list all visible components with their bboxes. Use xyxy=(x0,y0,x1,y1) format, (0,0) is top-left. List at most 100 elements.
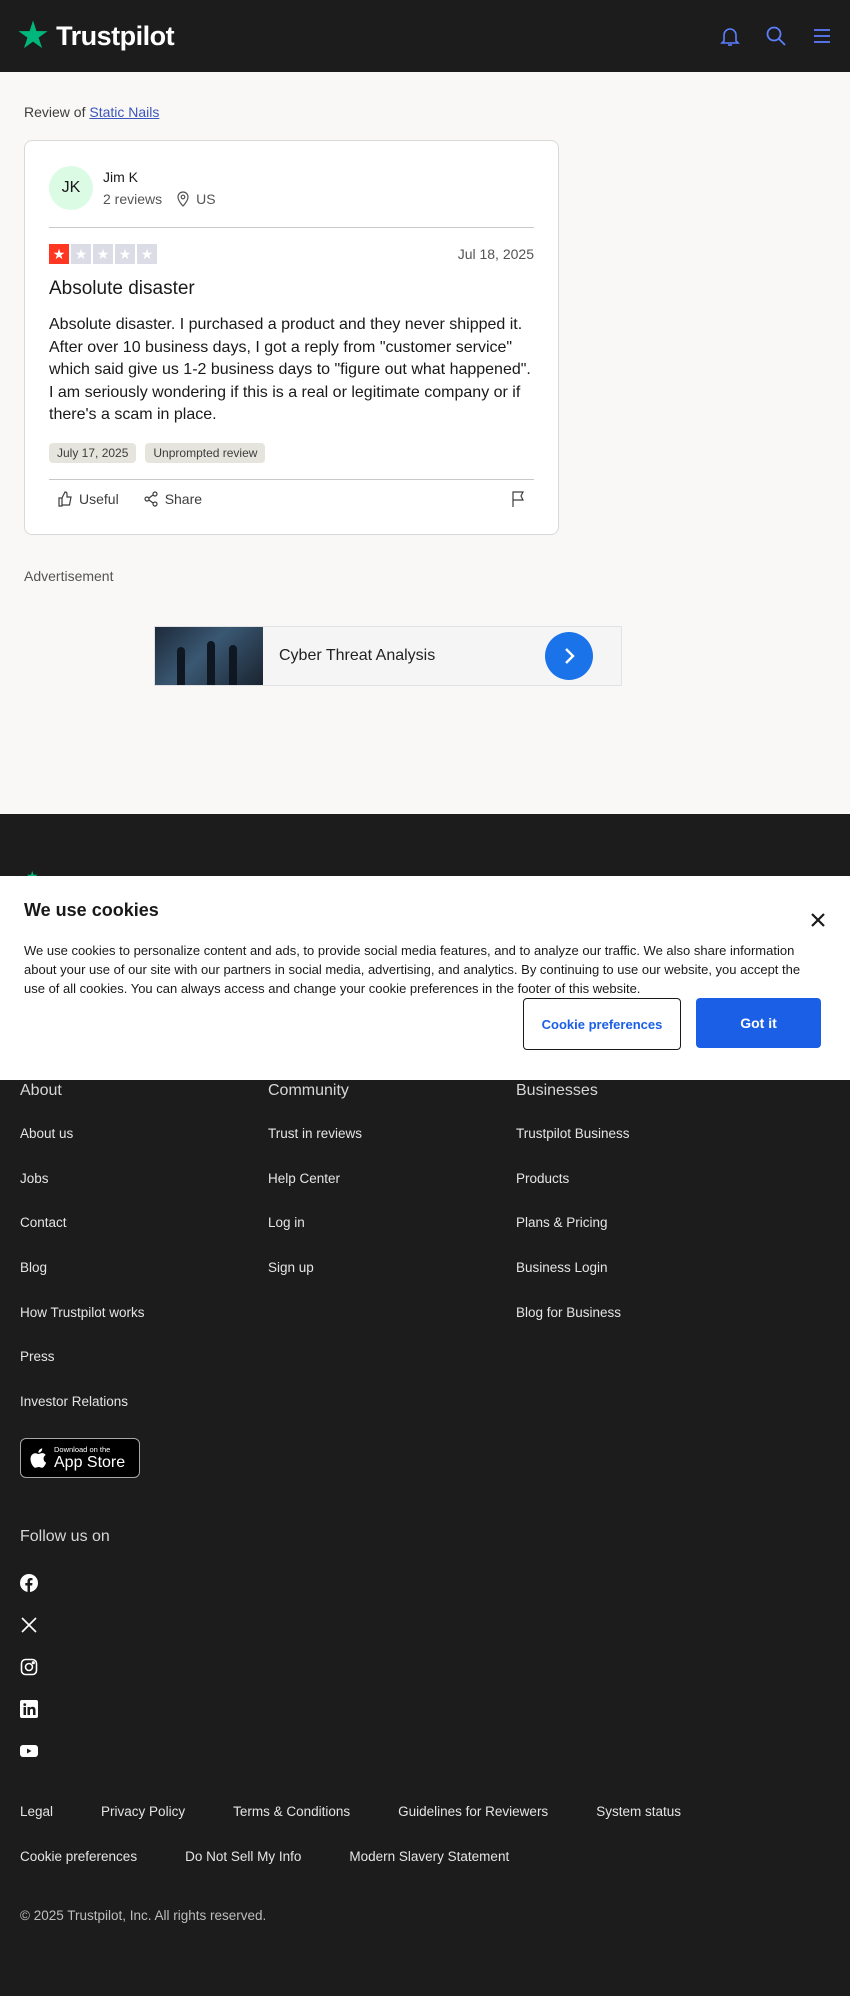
star-empty-icon: ★ xyxy=(137,244,157,264)
footer-link[interactable]: Blog xyxy=(20,1260,260,1305)
footer-link[interactable]: How Trustpilot works xyxy=(20,1305,260,1350)
youtube-icon[interactable] xyxy=(20,1742,38,1760)
trustpilot-logo[interactable]: ★ Trustpilot xyxy=(16,15,175,57)
footer-column-title: About xyxy=(20,1082,62,1099)
review-actions: Useful Share xyxy=(49,490,534,508)
review-date: Jul 18, 2025 xyxy=(457,246,534,262)
star-empty-icon: ★ xyxy=(71,244,91,264)
footer-link[interactable]: About us xyxy=(20,1126,260,1171)
review-count: 2 reviews xyxy=(103,191,163,207)
advertisement-banner[interactable]: Cyber Threat Analysis xyxy=(154,626,622,686)
footer-link[interactable]: Press xyxy=(20,1349,260,1394)
footer-link[interactable]: Sign up xyxy=(268,1260,508,1305)
header-actions xyxy=(718,24,834,48)
avatar[interactable]: JK xyxy=(49,166,93,210)
divider xyxy=(49,227,534,228)
share-label: Share xyxy=(164,490,203,507)
copyright: © 2025 Trustpilot, Inc. All rights reser… xyxy=(20,1908,267,1923)
apple-icon xyxy=(30,1448,47,1468)
instagram-icon[interactable] xyxy=(20,1658,38,1676)
cookie-preferences-button[interactable]: Cookie preferences xyxy=(523,998,681,1050)
flag-icon[interactable] xyxy=(510,490,526,508)
review-tags: July 17, 2025 Unprompted review xyxy=(49,442,534,463)
useful-button[interactable]: Useful xyxy=(57,491,119,507)
bell-icon[interactable] xyxy=(718,24,742,48)
footer-link[interactable]: Business Login xyxy=(516,1260,756,1305)
location-pin-icon xyxy=(177,191,189,207)
divider xyxy=(49,478,534,480)
footer-link[interactable]: Contact xyxy=(20,1215,260,1260)
country: US xyxy=(196,191,216,207)
reviewer-location: US xyxy=(176,191,216,207)
reviewer-info: JK Jim K 2 reviews US xyxy=(49,165,534,211)
star-empty-icon: ★ xyxy=(93,244,113,264)
footer-link[interactable]: Log in xyxy=(268,1215,508,1260)
footer-legal-links-secondary: Cookie preferences Do Not Sell My Info M… xyxy=(20,1849,509,1864)
star-rating: ★ ★ ★ ★ ★ xyxy=(49,244,157,264)
chevron-right-icon xyxy=(565,648,575,664)
terms-link[interactable]: Terms & Conditions xyxy=(233,1804,350,1819)
search-icon[interactable] xyxy=(764,24,788,48)
review-of-breadcrumb: Review of Static Nails xyxy=(24,104,159,120)
footer-link[interactable]: Help Center xyxy=(268,1171,508,1216)
footer-column-businesses: Businesses Trustpilot Business Products … xyxy=(516,1082,756,1349)
footer-link[interactable]: Trustpilot Business xyxy=(516,1126,756,1171)
main-content: Review of Static Nails JK Jim K 2 review… xyxy=(0,72,850,814)
footer-column-title: Community xyxy=(268,1082,349,1099)
accept-cookies-button[interactable]: Got it xyxy=(696,998,821,1048)
thumbs-up-icon xyxy=(58,490,72,507)
review-title: Absolute disaster xyxy=(49,278,195,299)
review-of-prefix: Review of xyxy=(24,104,86,120)
cookie-banner-text: We use cookies to personalize content an… xyxy=(24,943,801,996)
trustpilot-star-icon: ★ xyxy=(16,15,51,57)
legal-link[interactable]: Legal xyxy=(20,1804,53,1819)
advertisement-label: Advertisement xyxy=(24,568,114,584)
app-store-label: App Store xyxy=(54,1454,126,1471)
top-navigation-bar: ★ Trustpilot xyxy=(0,0,850,72)
review-body: Absolute disaster. I purchased a product… xyxy=(49,316,531,423)
star-filled-icon: ★ xyxy=(49,244,69,264)
footer-link[interactable]: Investor Relations xyxy=(20,1394,260,1439)
footer-column-title: Businesses xyxy=(516,1082,598,1099)
system-status-link[interactable]: System status xyxy=(596,1804,681,1819)
footer-legal-links: Legal Privacy Policy Terms & Conditions … xyxy=(20,1804,681,1819)
share-icon xyxy=(144,490,158,507)
cookie-banner-title: We use cookies xyxy=(24,900,159,920)
footer-link[interactable]: Jobs xyxy=(20,1171,260,1216)
privacy-policy-link[interactable]: Privacy Policy xyxy=(101,1804,185,1819)
share-button[interactable]: Share xyxy=(143,491,202,507)
modern-slavery-link[interactable]: Modern Slavery Statement xyxy=(349,1849,509,1864)
star-empty-icon: ★ xyxy=(115,244,135,264)
useful-label: Useful xyxy=(79,490,119,507)
do-not-sell-link[interactable]: Do Not Sell My Info xyxy=(185,1849,301,1864)
footer-link[interactable]: Plans & Pricing xyxy=(516,1215,756,1260)
business-link[interactable]: Static Nails xyxy=(89,104,159,120)
menu-icon[interactable] xyxy=(810,24,834,48)
experience-date-tag: July 17, 2025 xyxy=(49,442,137,463)
review-card: JK Jim K 2 reviews US ★ ★ ★ ★ ★ Jul 18, 2025… xyxy=(24,140,559,535)
app-store-small-label: Download on the xyxy=(54,1445,111,1454)
cookie-preferences-link[interactable]: Cookie preferences xyxy=(20,1849,137,1864)
unprompted-review-tag[interactable]: Unprompted review xyxy=(145,442,266,463)
cookie-banner: We use cookies We use cookies to persona… xyxy=(0,876,850,1080)
reviewer-meta: 2 reviews US xyxy=(103,191,216,207)
footer-link[interactable]: Blog for Business xyxy=(516,1305,756,1350)
rating-row: ★ ★ ★ ★ ★ Jul 18, 2025 xyxy=(49,244,534,264)
logo-text: Trustpilot xyxy=(56,20,175,51)
close-icon[interactable] xyxy=(810,912,826,928)
guidelines-link[interactable]: Guidelines for Reviewers xyxy=(398,1804,548,1819)
follow-us-title: Follow us on xyxy=(20,1528,110,1545)
app-store-badge[interactable]: Download on the App Store xyxy=(20,1438,140,1478)
footer-link[interactable]: Trust in reviews xyxy=(268,1126,508,1171)
footer-column-community: Community Trust in reviews Help Center L… xyxy=(268,1082,508,1305)
ad-arrow-button[interactable] xyxy=(545,632,593,680)
linkedin-icon[interactable] xyxy=(20,1700,38,1718)
reviewer-name[interactable]: Jim K xyxy=(103,169,216,185)
footer-link[interactable]: Products xyxy=(516,1171,756,1216)
ad-text: Cyber Threat Analysis xyxy=(279,647,436,664)
footer-column-about: About About us Jobs Contact Blog How Tru… xyxy=(20,1082,260,1439)
x-icon[interactable] xyxy=(20,1616,38,1634)
ad-image xyxy=(155,627,263,685)
cookie-banner-actions: Cookie preferences Got it xyxy=(523,998,821,1050)
facebook-icon[interactable] xyxy=(20,1574,38,1592)
